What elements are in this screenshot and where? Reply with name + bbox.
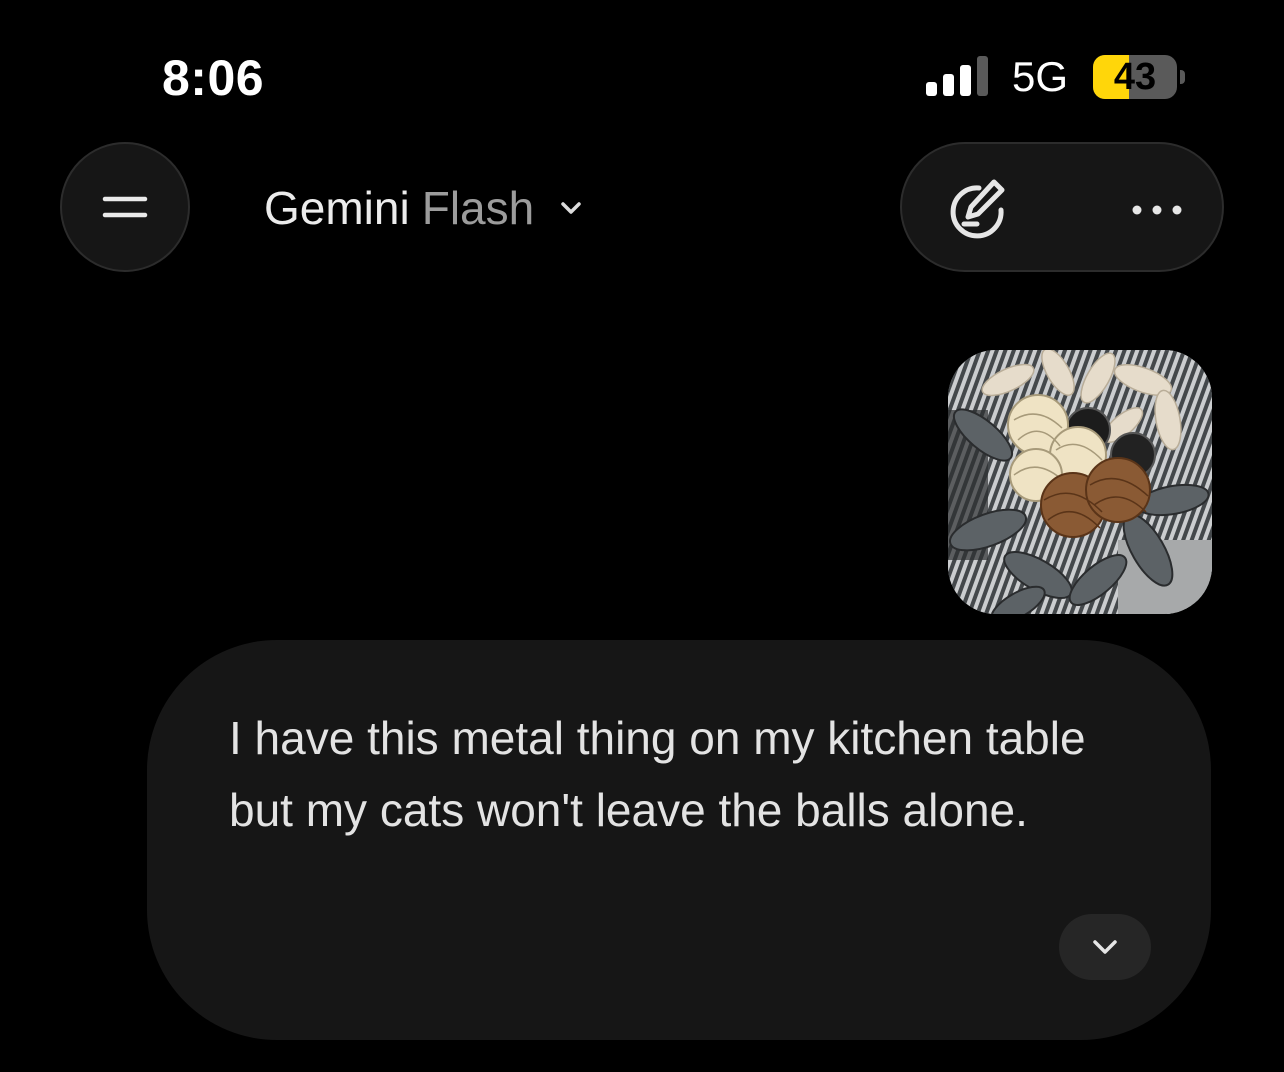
- chevron-down-icon: [1093, 940, 1117, 954]
- new-chat-button[interactable]: [932, 164, 1022, 254]
- network-type: 5G: [1012, 53, 1069, 100]
- more-options-button[interactable]: [1112, 164, 1202, 254]
- battery-nub: [1180, 70, 1185, 84]
- header-actions: [900, 142, 1224, 272]
- battery-indicator: 43: [1093, 55, 1185, 99]
- new-chat-edit-icon: [950, 179, 1005, 239]
- signal-strength-icon: [926, 56, 988, 96]
- user-message-bubble: I have this metal thing on my kitchen ta…: [147, 640, 1211, 1040]
- more-horizontal-icon: [1132, 205, 1182, 215]
- attached-image-thumbnail[interactable]: [948, 350, 1212, 614]
- attached-photo: [948, 350, 1212, 614]
- battery-level: 43: [1113, 56, 1157, 98]
- menu-button[interactable]: [60, 142, 190, 272]
- model-variant: Flash: [421, 182, 535, 234]
- status-time: 8:06: [162, 50, 265, 106]
- menu-icon: [102, 196, 148, 218]
- model-name: Gemini: [264, 182, 410, 234]
- model-selector[interactable]: Gemini Flash: [264, 180, 586, 236]
- chevron-down-icon: [561, 202, 581, 214]
- expand-message-button[interactable]: [1059, 914, 1151, 980]
- user-message-text: I have this metal thing on my kitchen ta…: [229, 712, 1086, 836]
